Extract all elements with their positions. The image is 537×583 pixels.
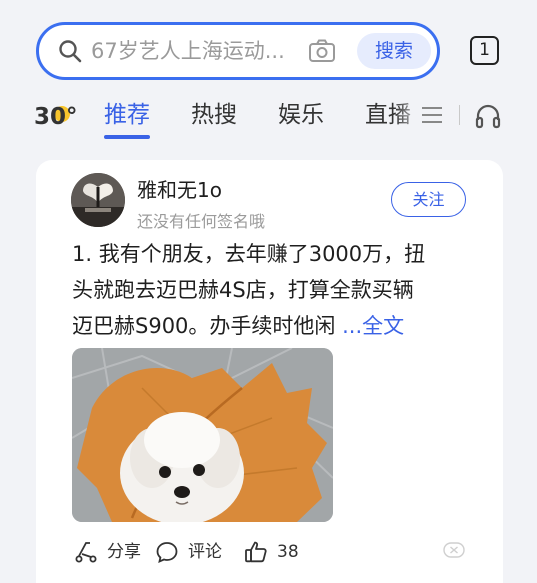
camera-icon[interactable] <box>308 38 336 64</box>
nav-divider <box>459 105 460 125</box>
post-text-line: 头就跑去迈巴赫4S店，打算全款买辆 <box>72 278 414 302</box>
comment-icon <box>156 542 178 564</box>
share-button[interactable]: 分享 <box>74 538 144 566</box>
like-button[interactable]: 38 <box>244 538 314 566</box>
comment-label: 评论 <box>188 542 222 562</box>
post-text-line: 1. 我有个朋友，去年赚了3000万，扭 <box>72 242 426 266</box>
card-actions: 分享 评论 38 <box>72 538 472 566</box>
avatar[interactable] <box>71 173 125 227</box>
feed-card[interactable]: 雅和无1o 还没有任何签名哦 关注 1. 我有个朋友，去年赚了3000万，扭 头… <box>36 160 503 583</box>
post-text-line: 迈巴赫S900。办手续时他闲 ...全文 <box>72 308 472 344</box>
tab-entertainment[interactable]: 娱乐 <box>278 98 324 132</box>
comment-button[interactable]: 评论 <box>155 538 225 566</box>
channel-nav: 30° 推荐 热搜 娱乐 直播 <box>0 90 537 146</box>
weather-temperature[interactable]: 30° <box>34 102 78 132</box>
search-button[interactable]: 搜索 <box>357 33 431 69</box>
post-text[interactable]: 1. 我有个朋友，去年赚了3000万，扭 头就跑去迈巴赫4S店，打算全款买辆 迈… <box>72 236 472 344</box>
share-label: 分享 <box>107 542 141 562</box>
tab-recommend[interactable]: 推荐 <box>104 98 150 132</box>
like-count: 38 <box>277 542 299 562</box>
active-tab-indicator <box>104 135 150 139</box>
share-icon <box>75 542 97 563</box>
search-icon <box>59 40 82 63</box>
author-name[interactable]: 雅和无1o <box>137 174 222 203</box>
search-bar-row: 搜索 1 <box>0 0 537 100</box>
post-image-puppy-leaf[interactable] <box>72 348 333 522</box>
menu-icon[interactable] <box>421 105 443 125</box>
read-more-link[interactable]: ...全文 <box>342 314 404 338</box>
like-icon <box>245 541 267 563</box>
author-signature: 还没有任何签名哦 <box>137 212 266 231</box>
search-input[interactable] <box>91 35 301 67</box>
tab-hot-search[interactable]: 热搜 <box>191 98 237 132</box>
search-box[interactable]: 搜索 <box>36 22 440 80</box>
tabs-count-button[interactable]: 1 <box>470 36 499 65</box>
follow-button[interactable]: 关注 <box>391 182 466 217</box>
headphone-icon[interactable] <box>475 103 501 129</box>
post-text-line-content: 迈巴赫S900。办手续时他闲 <box>72 314 343 338</box>
dismiss-icon[interactable] <box>443 542 465 558</box>
